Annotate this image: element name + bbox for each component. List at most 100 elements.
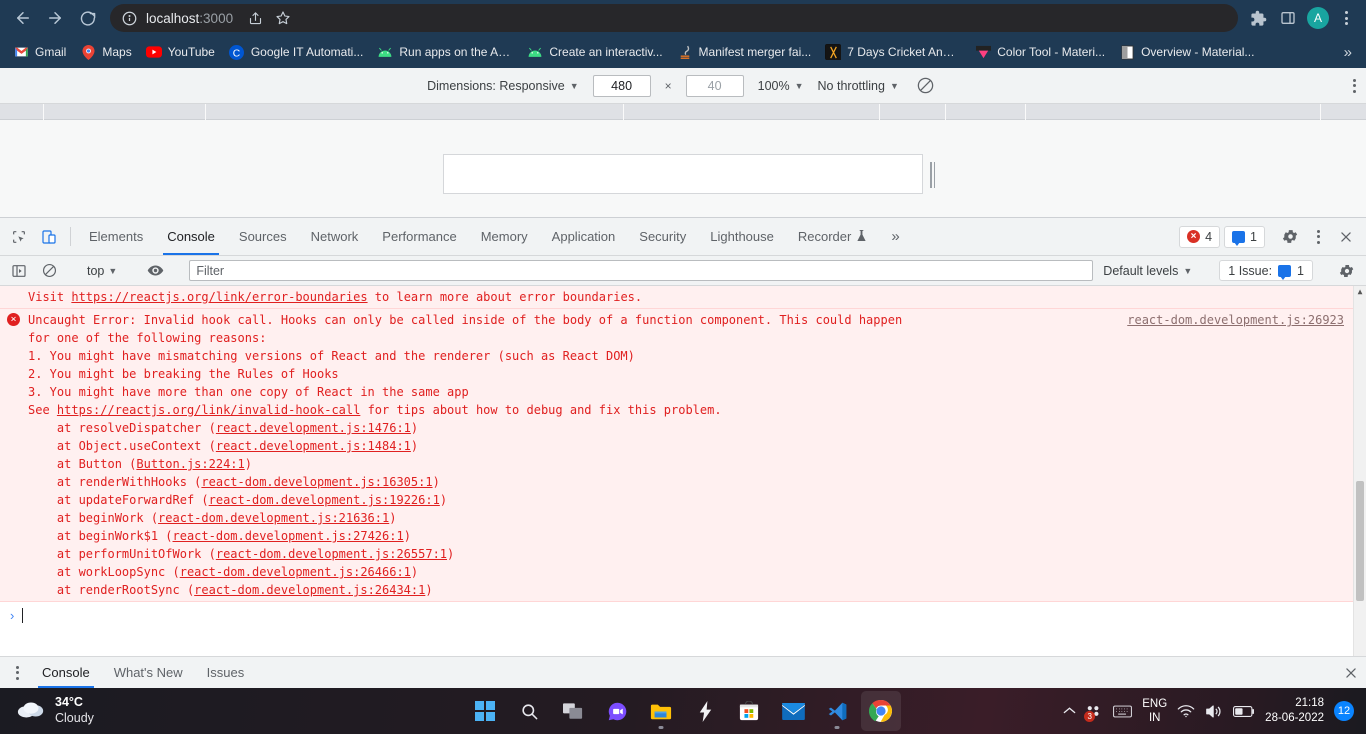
star-icon[interactable]: [270, 5, 296, 31]
battery-icon[interactable]: [1233, 705, 1255, 718]
bookmark-run-apps-android[interactable]: Run apps on the An...: [370, 41, 520, 63]
message-count-badge[interactable]: 1: [1224, 225, 1265, 248]
bookmark-color-tool[interactable]: Color Tool - Materi...: [968, 41, 1112, 63]
zoom-dropdown[interactable]: 100% ▼: [758, 79, 804, 93]
scrollbar-thumb[interactable]: [1356, 481, 1364, 601]
console-link[interactable]: react-dom.development.js:21636:1: [158, 511, 389, 525]
chrome-button[interactable]: [861, 691, 901, 731]
filter-input[interactable]: [189, 260, 1094, 281]
gear-icon[interactable]: [1278, 225, 1302, 249]
tab-performance[interactable]: Performance: [370, 218, 468, 255]
address-bar[interactable]: localhost:3000: [110, 4, 1238, 32]
drawer-close-icon[interactable]: [1336, 657, 1366, 688]
tab-network[interactable]: Network: [299, 218, 371, 255]
drawer-tab-whats-new[interactable]: What's New: [102, 657, 195, 688]
console-settings-gear-icon[interactable]: [1334, 259, 1360, 283]
console-link[interactable]: react-dom.development.js:27426:1: [173, 529, 404, 543]
bookmark-overview-material[interactable]: Overview - Material...: [1112, 41, 1261, 63]
share-icon[interactable]: [242, 5, 268, 31]
bookmark-manifest-merger[interactable]: Manifest merger fai...: [670, 41, 819, 63]
wifi-icon[interactable]: [1177, 704, 1195, 718]
puzzle-icon[interactable]: [1244, 4, 1272, 32]
forward-icon[interactable]: [40, 3, 70, 33]
clear-console-icon[interactable]: [36, 259, 62, 283]
console-link[interactable]: react-dom.development.js:26557:1: [216, 547, 447, 561]
vscode-button[interactable]: [817, 691, 857, 731]
browser-menu-icon[interactable]: [1334, 4, 1358, 32]
start-button[interactable]: [465, 691, 505, 731]
search-button[interactable]: [509, 691, 549, 731]
bookmark-create-interactive[interactable]: Create an interactiv...: [520, 41, 669, 63]
console-link[interactable]: react-dom.development.js:26434:1: [194, 583, 425, 597]
keyboard-icon[interactable]: [1113, 705, 1133, 718]
drawer-menu-icon[interactable]: [4, 657, 30, 688]
console-prompt[interactable]: ›: [0, 602, 1366, 629]
tab-application[interactable]: Application: [540, 218, 628, 255]
console-link[interactable]: react-dom.development.js:19226:1: [209, 493, 440, 507]
viewport-resize-handle-right[interactable]: [930, 162, 936, 188]
error-count-badge[interactable]: × 4: [1179, 225, 1221, 248]
log-levels-dropdown[interactable]: Default levels ▼: [1097, 264, 1198, 278]
console-link[interactable]: react-dom.development.js:16305:1: [201, 475, 432, 489]
microsoft-store-button[interactable]: [729, 691, 769, 731]
viewport-width-input[interactable]: [592, 74, 651, 97]
bookmark-youtube[interactable]: YouTube: [139, 41, 222, 63]
language-indicator[interactable]: ENG IN: [1142, 697, 1167, 726]
avatar[interactable]: A: [1304, 4, 1332, 32]
scroll-up-arrow-icon[interactable]: ▲: [1354, 288, 1366, 296]
drawer-tab-console[interactable]: Console: [30, 657, 102, 688]
console-link[interactable]: https://reactjs.org/link/error-boundarie…: [71, 290, 367, 304]
info-circle-icon[interactable]: [122, 11, 137, 26]
devtools-menu-icon[interactable]: [1306, 223, 1330, 251]
bookmark-cricket-analysis[interactable]: 7 Days Cricket Anal...: [818, 41, 968, 63]
console-link[interactable]: react.development.js:1484:1: [216, 439, 411, 453]
bookmark-gmail[interactable]: Gmail: [6, 41, 73, 63]
more-tabs-icon[interactable]: »: [879, 218, 911, 255]
tab-recorder[interactable]: Recorder: [786, 218, 879, 255]
tab-elements[interactable]: Elements: [77, 218, 155, 255]
device-toolbar-menu-icon[interactable]: [1353, 78, 1356, 93]
live-expression-icon[interactable]: [142, 259, 168, 283]
file-explorer-button[interactable]: [641, 691, 681, 731]
console-link[interactable]: https://reactjs.org/link/invalid-hook-ca…: [57, 403, 360, 417]
console-source-link[interactable]: react-dom.development.js:26923: [1127, 313, 1344, 327]
dimensions-dropdown[interactable]: Dimensions: Responsive ▼: [427, 79, 578, 93]
console-message-list[interactable]: Visit https://reactjs.org/link/error-bou…: [0, 286, 1366, 656]
console-link[interactable]: react.development.js:1476:1: [216, 421, 411, 435]
flash-app-button[interactable]: [685, 691, 725, 731]
console-link[interactable]: Button.js:224:1: [136, 457, 244, 471]
hidden-icons-button[interactable]: 3: [1084, 704, 1103, 722]
emulated-page-frame[interactable]: [443, 154, 923, 194]
chevron-up-icon[interactable]: [1063, 706, 1076, 716]
close-icon[interactable]: [1334, 225, 1358, 249]
execution-context-dropdown[interactable]: top ▼: [83, 264, 121, 278]
issues-badge[interactable]: 1 Issue: 1: [1219, 260, 1313, 281]
viewport-height-input[interactable]: [685, 74, 744, 97]
mail-button[interactable]: [773, 691, 813, 731]
device-toggle-icon[interactable]: [34, 218, 64, 255]
console-link[interactable]: react-dom.development.js:26466:1: [180, 565, 411, 579]
bookmark-maps[interactable]: Maps: [73, 41, 138, 63]
tab-lighthouse[interactable]: Lighthouse: [698, 218, 786, 255]
console-message[interactable]: × Uncaught Error: Invalid hook call. Hook…: [0, 309, 1366, 602]
tab-memory[interactable]: Memory: [469, 218, 540, 255]
tab-security[interactable]: Security: [627, 218, 698, 255]
console-sidebar-icon[interactable]: [6, 259, 32, 283]
console-scrollbar[interactable]: ▲: [1353, 286, 1366, 656]
drawer-tab-issues[interactable]: Issues: [195, 657, 257, 688]
bookmarks-overflow-icon[interactable]: »: [1336, 44, 1360, 61]
bookmark-google-it-automation[interactable]: C Google IT Automati...: [222, 41, 371, 63]
side-panel-icon[interactable]: [1274, 4, 1302, 32]
speaker-icon[interactable]: [1205, 704, 1223, 719]
chat-video-button[interactable]: [597, 691, 637, 731]
clock[interactable]: 21:18 28-06-2022: [1265, 696, 1324, 726]
rotate-device-icon[interactable]: [913, 73, 939, 99]
task-view-button[interactable]: [553, 691, 593, 731]
tab-console[interactable]: Console: [155, 218, 227, 255]
tab-sources[interactable]: Sources: [227, 218, 299, 255]
notification-badge[interactable]: 12: [1334, 701, 1354, 721]
inspect-element-icon[interactable]: [4, 218, 34, 255]
throttling-dropdown[interactable]: No throttling ▼: [818, 79, 899, 93]
console-message[interactable]: Visit https://reactjs.org/link/error-bou…: [0, 286, 1366, 309]
reload-icon[interactable]: [72, 3, 102, 33]
